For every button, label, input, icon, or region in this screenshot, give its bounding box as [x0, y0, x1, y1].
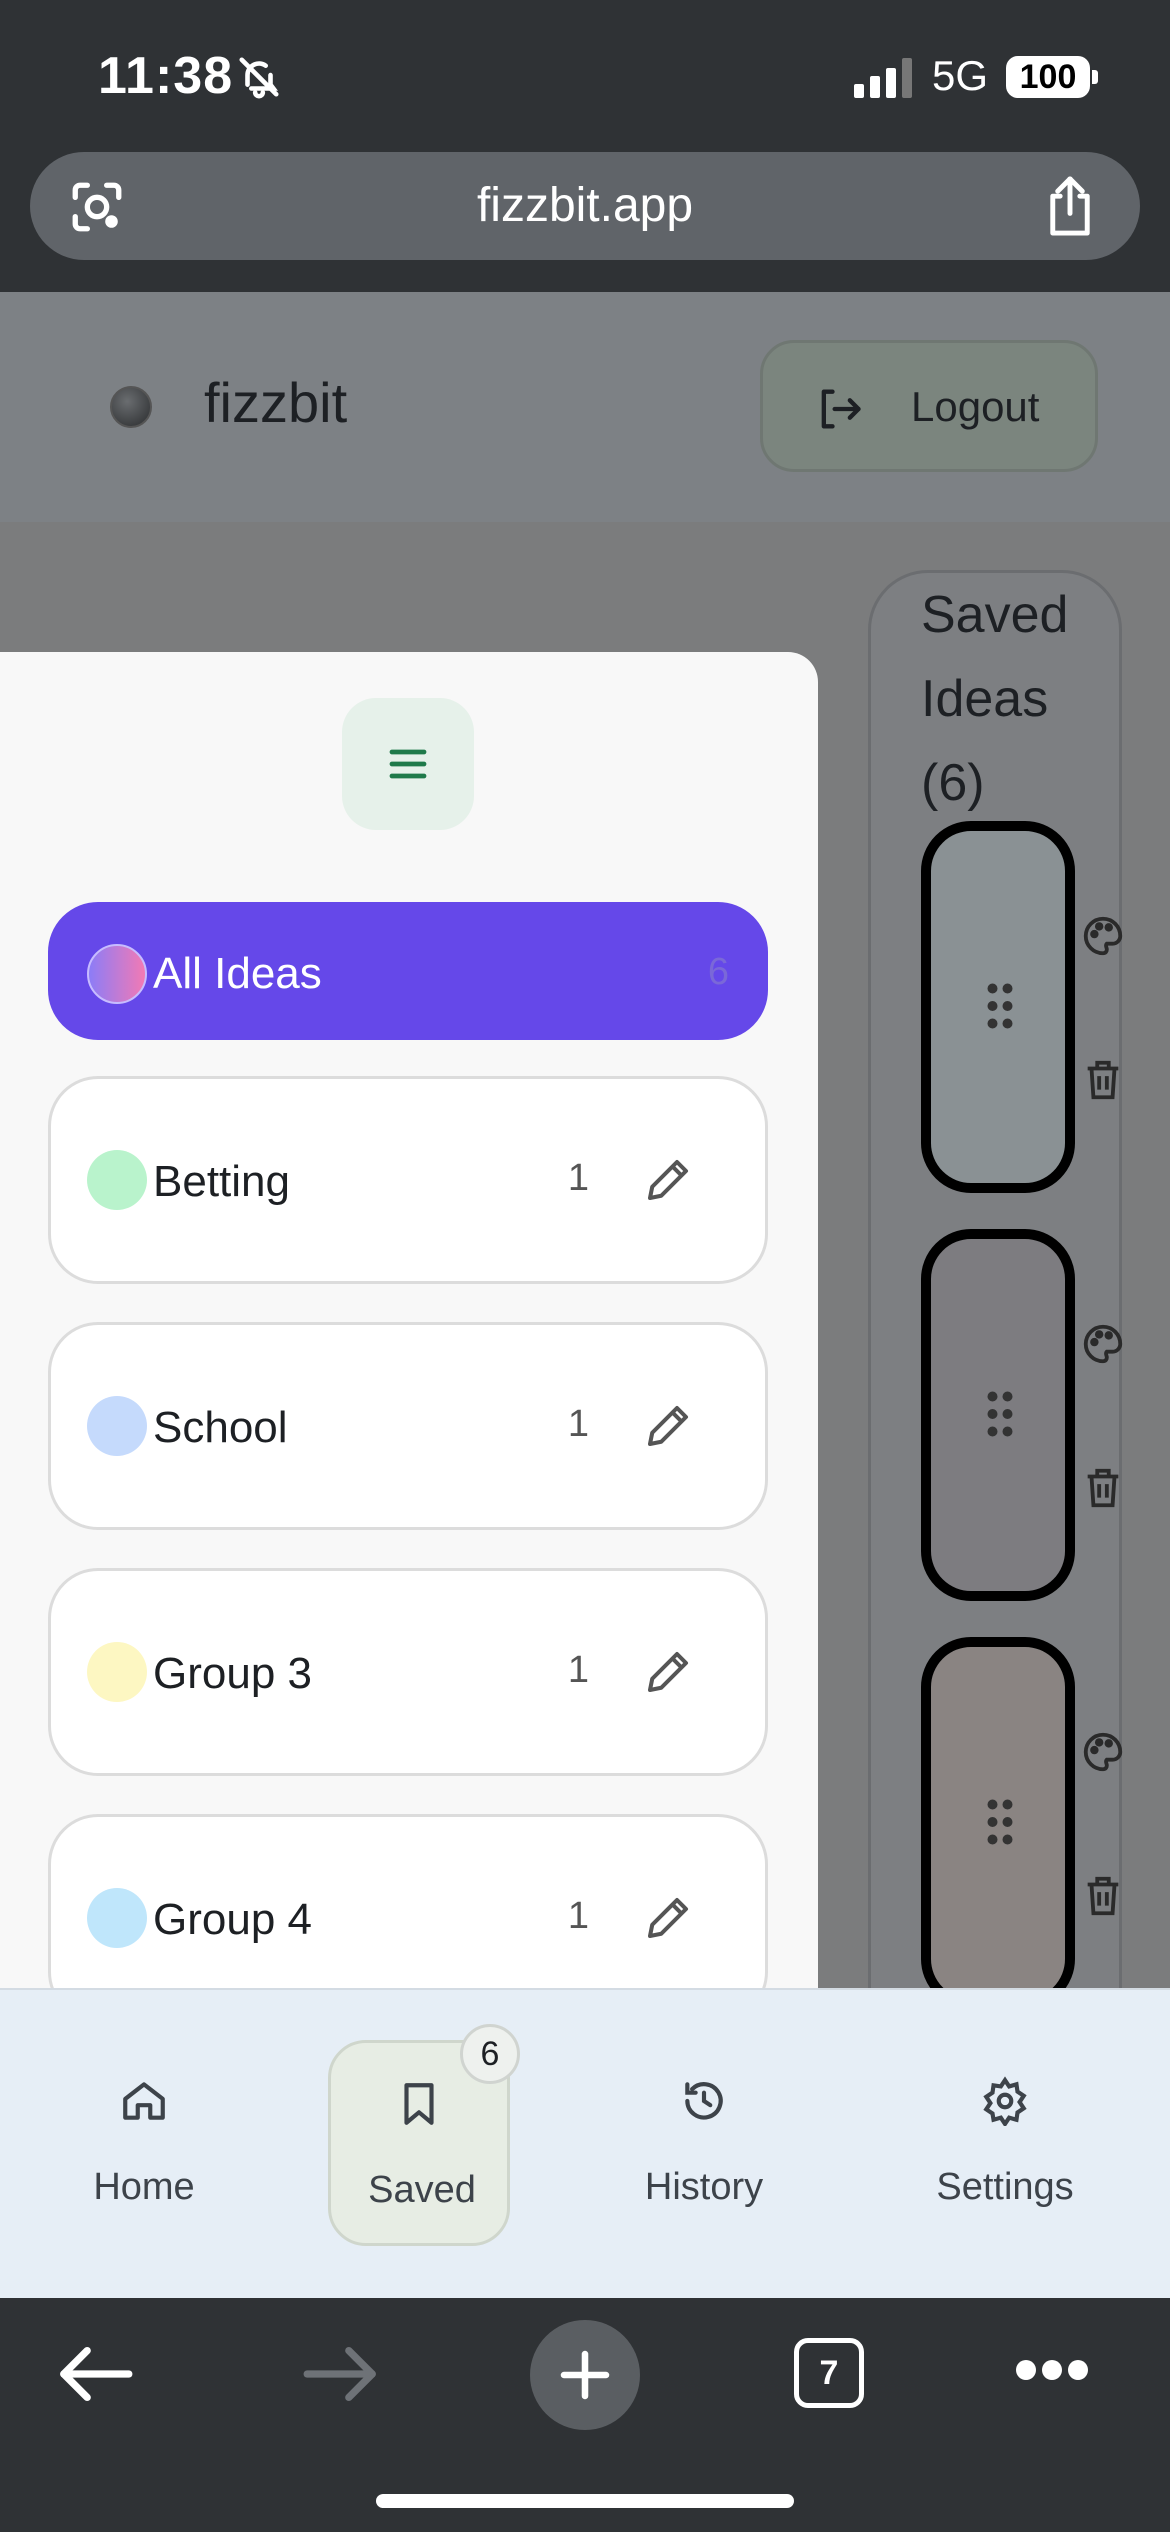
- drag-handle-icon[interactable]: [985, 1797, 1015, 1847]
- group-color-dot: [87, 944, 147, 1004]
- menu-toggle-button[interactable]: [342, 698, 474, 830]
- status-bar: 11:38 5G 100: [0, 0, 1170, 150]
- forward-arrow-icon[interactable]: [302, 2342, 380, 2406]
- network-type: 5G: [932, 52, 989, 99]
- group-label: Group 4: [153, 1895, 312, 1944]
- back-arrow-icon[interactable]: [56, 2342, 134, 2406]
- group-label: Betting: [153, 1157, 290, 1206]
- drag-handle-icon[interactable]: [985, 1389, 1015, 1439]
- trash-icon[interactable]: [1080, 1465, 1126, 1511]
- pencil-icon[interactable]: [641, 1153, 695, 1207]
- group-count: 1: [567, 1403, 589, 1445]
- hamburger-icon: [389, 749, 427, 779]
- group-color-dot: [87, 1396, 147, 1456]
- group-count: 1: [567, 1895, 589, 1937]
- drag-handle-icon[interactable]: [985, 981, 1015, 1031]
- history-icon: [685, 2082, 723, 2120]
- tab-count-button[interactable]: 7: [794, 2338, 864, 2408]
- bottom-nav: Home Saved 6 History Settings: [0, 1988, 1170, 2298]
- group-item-betting[interactable]: Betting 1: [48, 1076, 768, 1284]
- idea-card[interactable]: [921, 1229, 1075, 1601]
- group-label: School: [153, 1403, 288, 1452]
- idea-card[interactable]: [921, 821, 1075, 1193]
- app-header: fizzbit Logout: [0, 292, 1170, 522]
- nav-home[interactable]: Home: [24, 1990, 264, 2300]
- brand-name: fizzbit: [204, 371, 348, 434]
- group-count: 1: [567, 1649, 589, 1691]
- group-color-dot: [87, 1150, 147, 1210]
- nav-home-label: Home: [93, 2166, 195, 2208]
- idea-card[interactable]: [921, 1637, 1075, 1988]
- logout-button[interactable]: Logout: [760, 340, 1098, 472]
- battery-tip: [1092, 70, 1098, 84]
- share-icon[interactable]: [1040, 174, 1100, 238]
- groups-drawer: All Ideas 6 Betting 1 School 1 Group 3 1…: [0, 652, 818, 2022]
- saved-ideas-title: Saved Ideas (6): [921, 586, 1069, 812]
- bell-muted-icon: [239, 57, 279, 99]
- pencil-icon[interactable]: [641, 1891, 695, 1945]
- trash-icon[interactable]: [1080, 1057, 1126, 1103]
- logo: [110, 386, 152, 428]
- trash-icon[interactable]: [1080, 1873, 1126, 1919]
- signal-icon: [854, 58, 912, 98]
- palette-icon[interactable]: [1080, 1321, 1126, 1367]
- group-item-group-3[interactable]: Group 3 1: [48, 1568, 768, 1776]
- group-label: Group 3: [153, 1649, 312, 1698]
- nav-saved-label: Saved: [368, 2169, 476, 2211]
- new-tab-button[interactable]: [530, 2320, 640, 2430]
- logout-icon: [821, 389, 861, 429]
- nav-settings-label: Settings: [936, 2166, 1074, 2208]
- gear-icon: [983, 2076, 1027, 2126]
- plus-icon: [560, 2350, 610, 2400]
- lens-icon[interactable]: [68, 178, 126, 236]
- palette-icon[interactable]: [1080, 1729, 1126, 1775]
- nav-settings[interactable]: Settings: [885, 1990, 1125, 2300]
- more-icon[interactable]: [1014, 2358, 1090, 2382]
- group-count: 6: [707, 951, 729, 993]
- group-count: 1: [567, 1157, 589, 1199]
- logout-label: Logout: [911, 383, 1040, 430]
- url-text[interactable]: fizzbit.app: [30, 152, 1140, 260]
- clock: 11:38: [98, 47, 234, 105]
- group-item-all-ideas[interactable]: All Ideas 6: [48, 902, 768, 1040]
- group-color-dot: [87, 1888, 147, 1948]
- nav-history-label: History: [644, 2166, 764, 2208]
- saved-ideas-panel: Saved Ideas (6): [868, 570, 1123, 1988]
- pencil-icon[interactable]: [641, 1399, 695, 1453]
- browser-toolbar: 7: [0, 2298, 1170, 2532]
- palette-icon[interactable]: [1080, 913, 1126, 959]
- group-item-school[interactable]: School 1: [48, 1322, 768, 1530]
- bookmark-icon: [404, 2083, 434, 2125]
- home-icon: [123, 2082, 165, 2120]
- group-color-dot: [87, 1642, 147, 1702]
- url-bar[interactable]: fizzbit.app: [30, 152, 1140, 260]
- home-indicator: [376, 2494, 794, 2508]
- pencil-icon[interactable]: [641, 1645, 695, 1699]
- saved-count-badge: 6: [460, 2024, 520, 2084]
- group-label: All Ideas: [153, 949, 322, 998]
- nav-history[interactable]: History: [584, 1990, 824, 2300]
- battery-indicator: 100: [1006, 56, 1090, 98]
